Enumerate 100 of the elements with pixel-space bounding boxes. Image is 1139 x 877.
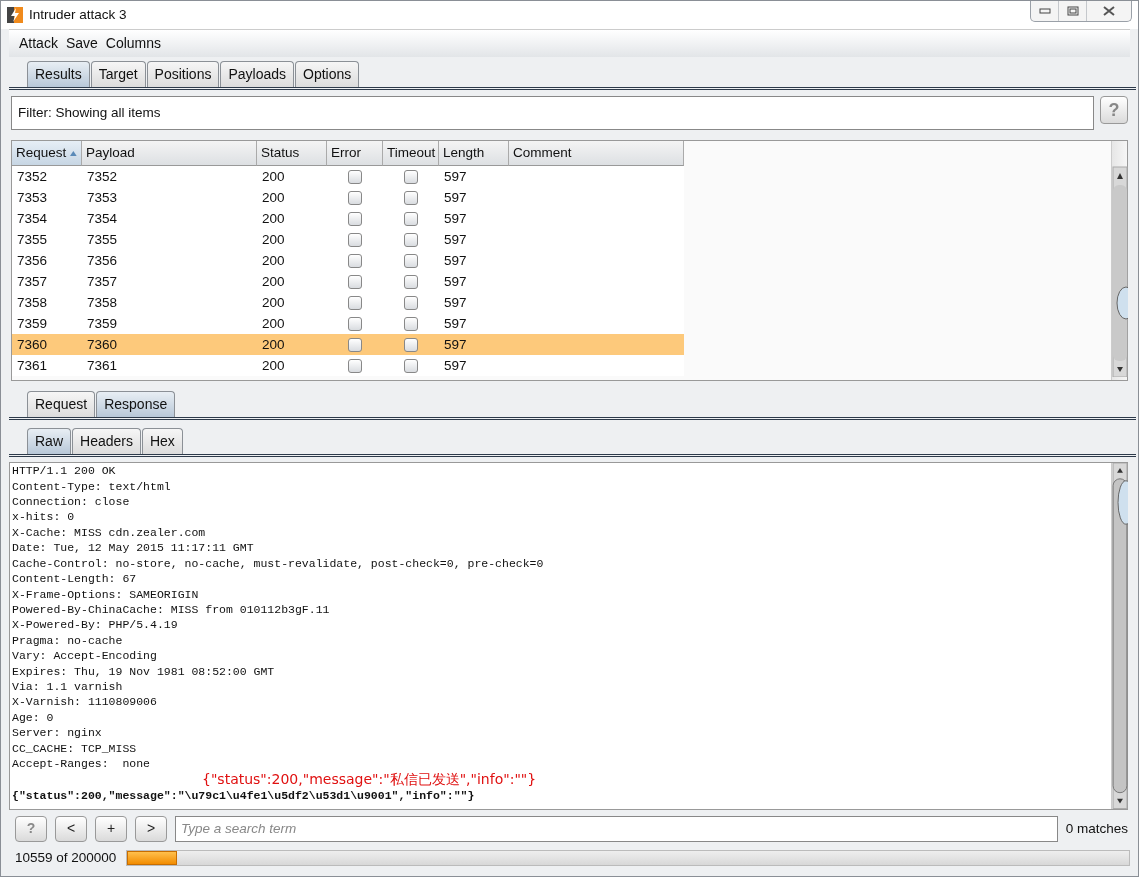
response-line: Via: 1.1 varnish xyxy=(12,678,124,695)
table-cell: 7357 xyxy=(12,271,82,293)
table-cell: 597 xyxy=(439,313,509,335)
checkbox[interactable] xyxy=(348,253,362,268)
search-nav-button[interactable]: < xyxy=(55,815,87,842)
tab[interactable]: Positions xyxy=(146,61,220,87)
tab[interactable]: Headers xyxy=(72,428,141,455)
tab[interactable]: Hex xyxy=(141,428,183,455)
response-line: Accept-Ranges: none xyxy=(12,755,152,772)
table-cell: 200 xyxy=(257,250,327,272)
table-cell: 597 xyxy=(439,166,509,188)
search-field[interactable]: Type a search term xyxy=(175,815,1058,842)
window-title: Intruder attack 3 xyxy=(29,5,127,24)
annotation-text: {"status":200,"message":"私信已发送","info":""} xyxy=(201,771,538,789)
tab[interactable]: Payloads xyxy=(220,61,294,87)
table-cell: 597 xyxy=(439,292,509,314)
table-cell: 7358 xyxy=(12,292,82,314)
response-line: X-Varnish: 1110809006 xyxy=(12,694,158,710)
match-count: 0 matches xyxy=(1065,819,1128,838)
checkbox[interactable] xyxy=(348,316,362,331)
table-cell: 7352 xyxy=(82,166,257,188)
table-cell: 597 xyxy=(439,229,509,251)
checkbox[interactable] xyxy=(404,190,418,205)
search-nav-button[interactable]: > xyxy=(135,815,167,842)
checkbox[interactable] xyxy=(348,169,362,184)
response-line: Date: Tue, 12 May 2015 11:17:11 GMT xyxy=(12,540,255,556)
response-line: Content-Type: text/html xyxy=(12,478,172,495)
checkbox[interactable] xyxy=(348,274,362,289)
checkbox[interactable] xyxy=(348,232,362,247)
response-line: Powered-By-ChinaCache: MISS from 010112b3gF.11 xyxy=(12,601,331,618)
column-header[interactable]: Status xyxy=(257,141,327,167)
table-cell: 200 xyxy=(257,355,327,377)
table-cell: 597 xyxy=(439,187,509,209)
table-cell: 7354 xyxy=(82,208,257,230)
app-icon xyxy=(7,7,23,23)
tab[interactable]: Options xyxy=(295,61,360,87)
checkbox[interactable] xyxy=(404,274,418,289)
response-line: {"status":200,"message":"\u79c1\u4fe1\u5df2\u53d1\u9001","info":""} xyxy=(12,788,476,804)
menu-item[interactable]: Attack xyxy=(19,33,58,54)
column-header[interactable]: Payload xyxy=(82,141,257,167)
maximize-icon[interactable] xyxy=(1066,6,1079,16)
table-cell: 7353 xyxy=(82,187,257,209)
checkbox[interactable] xyxy=(348,358,362,373)
response-line: Pragma: no-cache xyxy=(12,632,124,649)
checkbox[interactable] xyxy=(404,316,418,331)
table-cell: 7356 xyxy=(12,250,82,272)
filter-bar[interactable]: Filter: Showing all items xyxy=(11,96,1094,131)
checkbox[interactable] xyxy=(404,295,418,310)
checkbox[interactable] xyxy=(348,337,362,352)
table-cell: 7360 xyxy=(82,334,257,356)
search-nav-button[interactable]: + xyxy=(95,815,127,842)
table-cell: 597 xyxy=(439,250,509,272)
response-line: Age: 0 xyxy=(12,709,55,726)
response-line: x-hits: 0 xyxy=(12,509,76,525)
request-count: 10559 of 200000 xyxy=(15,848,117,867)
table-cell: 200 xyxy=(257,334,327,356)
column-header[interactable]: Request xyxy=(12,141,82,167)
response-line: X-Frame-Options: SAMEORIGIN xyxy=(12,586,200,602)
table-cell: 200 xyxy=(257,187,327,209)
response-line: Server: nginx xyxy=(12,725,103,741)
column-header[interactable]: Error xyxy=(327,141,383,167)
column-header[interactable]: Length xyxy=(439,141,509,167)
sort-arrow-icon xyxy=(70,149,77,157)
tab[interactable]: Response xyxy=(96,391,176,418)
response-line: Connection: close xyxy=(12,494,131,510)
column-header[interactable]: Comment xyxy=(509,141,684,167)
checkbox[interactable] xyxy=(404,169,418,184)
table-cell: 200 xyxy=(257,166,327,188)
table-cell: 7355 xyxy=(82,229,257,251)
table-cell: 200 xyxy=(257,208,327,230)
checkbox[interactable] xyxy=(348,211,362,226)
checkbox[interactable] xyxy=(404,232,418,247)
table-cell: 7354 xyxy=(12,208,82,230)
table-cell: 7353 xyxy=(12,187,82,209)
checkbox[interactable] xyxy=(404,358,418,373)
checkbox[interactable] xyxy=(348,190,362,205)
menu-item[interactable]: Save xyxy=(65,33,98,54)
checkbox[interactable] xyxy=(404,253,418,268)
table-cell: 7355 xyxy=(12,229,82,251)
scrollbar-drawing[interactable] xyxy=(1112,463,1128,809)
close-icon[interactable] xyxy=(1103,6,1115,16)
checkbox[interactable] xyxy=(348,295,362,310)
tab[interactable]: Raw xyxy=(27,428,71,455)
response-line: HTTP/1.1 200 OK xyxy=(12,463,117,479)
table-cell: 7359 xyxy=(12,313,82,335)
menu-item[interactable]: Columns xyxy=(105,33,162,54)
minimize-icon[interactable] xyxy=(1038,7,1051,15)
checkbox[interactable] xyxy=(404,211,418,226)
tab[interactable]: Target xyxy=(90,61,146,87)
table-cell: 597 xyxy=(439,334,509,356)
response-line: Expires: Thu, 19 Nov 1981 08:52:00 GMT xyxy=(12,663,276,679)
table-cell: 200 xyxy=(257,292,327,314)
tab[interactable]: Request xyxy=(27,391,96,418)
checkbox[interactable] xyxy=(404,337,418,352)
table-cell: 200 xyxy=(257,229,327,251)
table-cell: 597 xyxy=(439,271,509,293)
table-cell: 200 xyxy=(257,313,327,335)
tab[interactable]: Results xyxy=(27,61,90,87)
response-line: Vary: Accept-Encoding xyxy=(12,648,158,664)
column-header[interactable]: Timeout xyxy=(383,141,439,167)
